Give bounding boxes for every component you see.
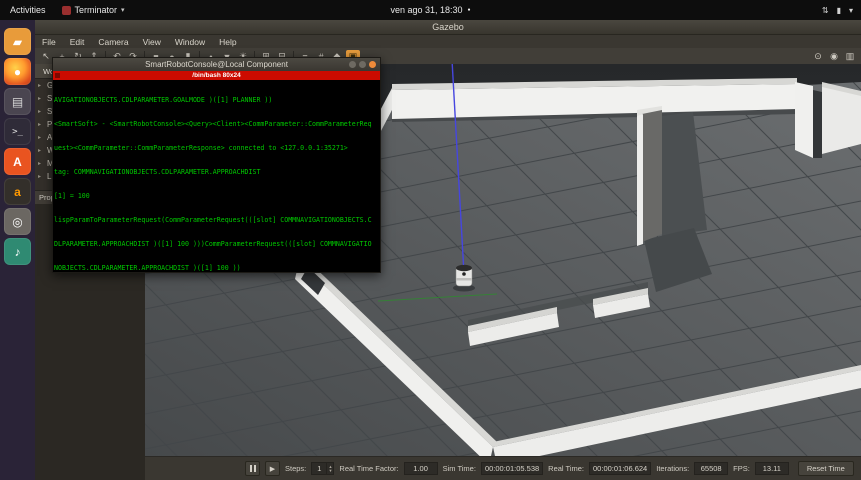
menu-file[interactable]: File bbox=[35, 37, 63, 47]
media-player-icon: ♪ bbox=[15, 245, 21, 259]
pause-icon bbox=[250, 465, 256, 472]
text-editor-icon: ▤ bbox=[12, 95, 23, 109]
record-log-button[interactable]: ◉ bbox=[827, 50, 841, 63]
iterations-value: 65508 bbox=[694, 462, 728, 475]
screenshot-button[interactable]: ⊙ bbox=[811, 50, 825, 63]
system-tray[interactable]: ⇅ ▮ ▾ bbox=[822, 6, 853, 15]
sim-statusbar: ▶ Steps: 1 ▲▼ Real Time Factor: 1.00 Sim… bbox=[145, 456, 861, 480]
terminal-line: tag: COMMNAVIGATIONOBJECTS.CDLPARAMETER.… bbox=[54, 168, 379, 176]
steps-spinner[interactable]: 1 ▲▼ bbox=[311, 462, 334, 475]
dock-icon-firefox[interactable]: ● bbox=[4, 58, 31, 85]
gazebo-titlebar[interactable]: Gazebo bbox=[35, 20, 861, 35]
fps-value: 13.11 bbox=[755, 462, 789, 475]
dock-icon-files[interactable]: ▰ bbox=[4, 28, 31, 55]
terminal-line: uest><CommParameter::CommParameterRespon… bbox=[54, 144, 379, 152]
robot[interactable] bbox=[453, 265, 475, 292]
dock-icon-media-player[interactable]: ♪ bbox=[4, 238, 31, 265]
files-icon: ▰ bbox=[13, 35, 22, 49]
terminal-line: NOBJECTS.CDLPARAMETER.APPROACHDIST )([1]… bbox=[54, 264, 379, 272]
reset-time-button[interactable]: Reset Time bbox=[798, 461, 854, 476]
real-time-label: Real Time: bbox=[548, 464, 584, 473]
app-menu-label: Terminator bbox=[75, 5, 118, 15]
ubuntu-software-icon: A bbox=[13, 155, 22, 169]
real-time-value: 00:00:01:06.624 bbox=[589, 462, 651, 475]
dock-icon-settings[interactable]: ◎ bbox=[4, 208, 31, 235]
east-doorway-gap bbox=[813, 90, 822, 158]
steps-label: Steps: bbox=[285, 464, 306, 473]
amazon-icon: a bbox=[14, 185, 21, 199]
step-button[interactable]: ▶ bbox=[265, 461, 280, 476]
terminal-shell-titlebar[interactable]: /bin/bash 80x24 bbox=[53, 71, 380, 80]
battery-icon: ▮ bbox=[837, 6, 841, 15]
dock-icon-terminal[interactable]: >_ bbox=[4, 118, 31, 145]
terminal-titlebar[interactable]: SmartRobotConsole@Local Component bbox=[53, 58, 380, 71]
terminal-output[interactable]: AVIGATIONOBJECTS.CDLPARAMETER.GOALMODE )… bbox=[53, 80, 380, 272]
iterations-label: Iterations: bbox=[656, 464, 689, 473]
robot-band bbox=[456, 278, 472, 281]
maximize-button[interactable] bbox=[359, 61, 366, 68]
app-menu[interactable]: Terminator ▾ bbox=[62, 5, 125, 15]
menu-help[interactable]: Help bbox=[212, 37, 243, 47]
step-icon: ▶ bbox=[270, 465, 275, 473]
dock-icon-ubuntu-software[interactable]: A bbox=[4, 148, 31, 175]
terminal-window-title: SmartRobotConsole@Local Component bbox=[145, 60, 288, 69]
fps-label: FPS: bbox=[733, 464, 750, 473]
terminal-line: AVIGATIONOBJECTS.CDLPARAMETER.GOALMODE )… bbox=[54, 96, 379, 104]
notification-dot-icon: ● bbox=[468, 7, 471, 13]
pause-button[interactable] bbox=[245, 461, 260, 476]
chevron-down-icon: ▾ bbox=[121, 6, 125, 14]
menu-window[interactable]: Window bbox=[168, 37, 212, 47]
rtf-label: Real Time Factor: bbox=[339, 464, 398, 473]
rtf-value: 1.00 bbox=[404, 462, 438, 475]
window-title: Gazebo bbox=[432, 22, 464, 32]
shell-title: /bin/bash 80x24 bbox=[192, 72, 240, 79]
firefox-icon: ● bbox=[14, 65, 21, 79]
terminal-line: [1] = 100 bbox=[54, 192, 379, 200]
chevron-down-icon: ▾ bbox=[849, 6, 853, 15]
minimize-button[interactable] bbox=[349, 61, 356, 68]
terminal-line: <SmartSoft> - <SmartRobotConsole><Query>… bbox=[54, 120, 379, 128]
menu-camera[interactable]: Camera bbox=[91, 37, 135, 47]
activities-button[interactable]: Activities bbox=[10, 5, 46, 15]
sim-time-value: 00:00:01:05.538 bbox=[481, 462, 543, 475]
spinner-arrows-icon[interactable]: ▲▼ bbox=[326, 463, 333, 474]
terminal-icon: >_ bbox=[12, 127, 23, 137]
terminal-window: SmartRobotConsole@Local Component /bin/b… bbox=[52, 57, 381, 273]
gazebo-menubar: File Edit Camera View Window Help bbox=[35, 35, 861, 48]
terminal-line: lispParamToParameterRequest(CommParamete… bbox=[54, 216, 379, 224]
menu-edit[interactable]: Edit bbox=[63, 37, 92, 47]
terminator-icon bbox=[62, 6, 71, 15]
interior-wall-edge bbox=[637, 114, 643, 246]
close-button[interactable] bbox=[369, 61, 376, 68]
sim-time-label: Sim Time: bbox=[443, 464, 476, 473]
clock-label: ven ago 31, 18:30 bbox=[390, 5, 462, 15]
steps-value: 1 bbox=[312, 463, 326, 474]
east-wall[interactable] bbox=[822, 87, 861, 154]
interior-wall[interactable] bbox=[642, 110, 662, 242]
split-view-button[interactable]: ▥ bbox=[843, 50, 857, 63]
dock: ▰ ● ▤ >_ A a ◎ ♪ bbox=[0, 20, 35, 480]
window-controls bbox=[349, 61, 376, 68]
clock[interactable]: ven ago 31, 18:30 ● bbox=[390, 5, 470, 15]
top-bar: Activities Terminator ▾ ven ago 31, 18:3… bbox=[0, 0, 861, 20]
robot-top bbox=[456, 265, 472, 271]
robot-sensor bbox=[462, 272, 466, 276]
menu-view[interactable]: View bbox=[136, 37, 168, 47]
settings-icon: ◎ bbox=[12, 215, 22, 229]
dock-icon-text-editor[interactable]: ▤ bbox=[4, 88, 31, 115]
terminal-line: DLPARAMETER.APPROACHDIST )([1] 100 )))Co… bbox=[54, 240, 379, 248]
select-tool-button[interactable]: ↖ bbox=[39, 50, 53, 63]
dock-icon-amazon[interactable]: a bbox=[4, 178, 31, 205]
northeast-pillar[interactable] bbox=[795, 82, 813, 158]
network-icon: ⇅ bbox=[822, 6, 829, 15]
